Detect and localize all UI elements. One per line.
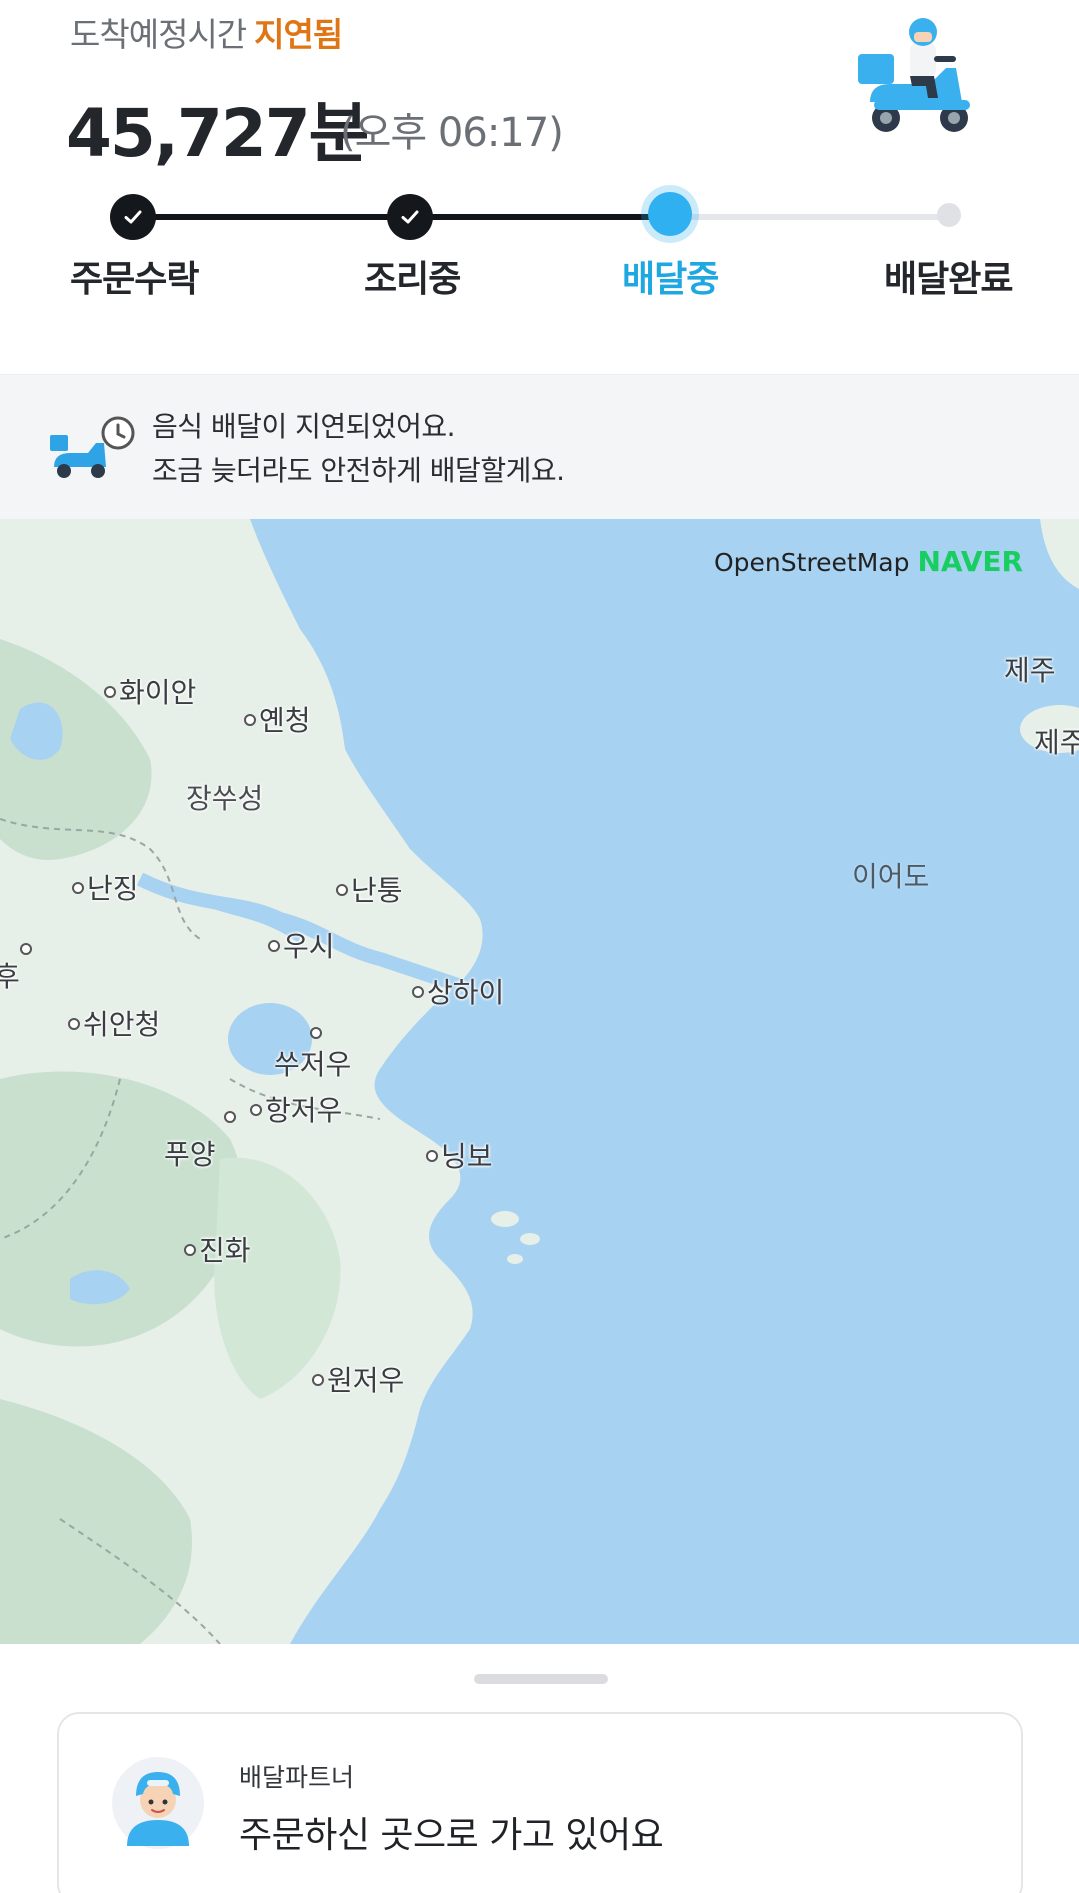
step-label-delivered: 배달완료	[884, 259, 1013, 300]
eta-label: 도착예정시간 지연됨	[70, 8, 343, 56]
region-label: 장쑤성	[186, 782, 264, 815]
place-pin-icon	[310, 1027, 322, 1039]
place-pin-icon	[250, 1104, 262, 1116]
delivery-partner-label: 배달파트너	[239, 1763, 355, 1792]
osm-attribution: OpenStreetMap	[714, 548, 910, 577]
place-label: 쑤저우	[274, 1048, 352, 1081]
eta-clock-time: (오후 06:17)	[340, 110, 564, 156]
place-pin-icon	[224, 1111, 236, 1123]
place-label: 원저우	[312, 1359, 404, 1399]
notice-line-1: 음식 배달이 지연되었어요.	[152, 410, 456, 443]
step-4-pending-dot	[937, 203, 961, 227]
place-label: 쉬안청	[68, 1003, 160, 1043]
place-pin-icon	[312, 1374, 324, 1386]
rider-avatar-icon	[112, 1757, 204, 1849]
sheet-drag-handle[interactable]	[474, 1674, 608, 1684]
delivery-partner-card[interactable]: 배달파트너 주문하신 곳으로 가고 있어요	[57, 1712, 1023, 1893]
progress-track-remaining	[670, 214, 950, 220]
step-3-current-dot	[648, 192, 692, 236]
place-label-jeju-province: 제주	[1004, 654, 1056, 687]
place-pin-icon	[244, 714, 256, 726]
place-label: 옌청	[244, 699, 311, 739]
eta-minutes: 45,727분	[66, 95, 369, 172]
place-pin-icon	[68, 1018, 80, 1030]
place-label: 난퉁	[336, 869, 403, 909]
delivery-tracking-screen: 도착예정시간 지연됨 45,727분 (오후 06:17) 주문수락 조리중 배달…	[0, 0, 1079, 1893]
eta-label-text: 도착예정시간	[70, 15, 247, 54]
step-1-check-icon	[110, 194, 156, 240]
place-label: 난징	[72, 867, 139, 907]
place-pin-icon	[72, 882, 84, 894]
island-label-ieodo: 이어도	[852, 860, 930, 893]
place-label: 푸양	[164, 1138, 216, 1171]
delay-notice-banner: 음식 배달이 지연되었어요. 조금 늦더라도 안전하게 배달할게요.	[0, 374, 1079, 520]
notice-line-2: 조금 늦더라도 안전하게 배달할게요.	[152, 454, 565, 487]
delivery-progress: 주문수락 조리중 배달중 배달완료	[0, 180, 1079, 310]
place-label: 닝보	[426, 1135, 493, 1175]
delivery-map[interactable]: OpenStreetMap NAVER 화이안 옌청 장쑤성 난징 난퉁 우시 쑤…	[0, 519, 1079, 1644]
step-label-order-accepted: 주문수락	[70, 259, 199, 300]
place-label: 우시	[268, 925, 335, 965]
eta-delayed-badge: 지연됨	[254, 15, 343, 54]
place-pin-icon	[104, 686, 116, 698]
map-attribution[interactable]: OpenStreetMap NAVER	[714, 545, 1023, 578]
place-label: 후	[0, 960, 20, 993]
place-pin-icon	[268, 940, 280, 952]
place-pin-icon	[336, 884, 348, 896]
place-pin-icon	[412, 986, 424, 998]
step-2-check-icon	[387, 194, 433, 240]
bottom-sheet[interactable]: 배달파트너 주문하신 곳으로 가고 있어요	[0, 1644, 1079, 1893]
place-label: 진화	[184, 1229, 251, 1269]
naver-logo: NAVER	[917, 545, 1024, 578]
scooter-rider-icon	[858, 18, 970, 132]
delivery-partner-status: 주문하신 곳으로 가고 있어요	[239, 1815, 664, 1856]
place-label-jeju-city: 제주	[1034, 726, 1079, 759]
place-pin-icon	[20, 943, 32, 955]
step-label-delivering: 배달중	[622, 259, 719, 300]
place-label: 항저우	[250, 1089, 342, 1129]
place-pin-icon	[184, 1244, 196, 1256]
place-pin-icon	[426, 1150, 438, 1162]
place-label: 화이안	[104, 671, 196, 711]
place-label: 상하이	[412, 971, 504, 1011]
step-label-cooking: 조리중	[364, 259, 461, 300]
delivery-delay-icon	[50, 416, 135, 478]
